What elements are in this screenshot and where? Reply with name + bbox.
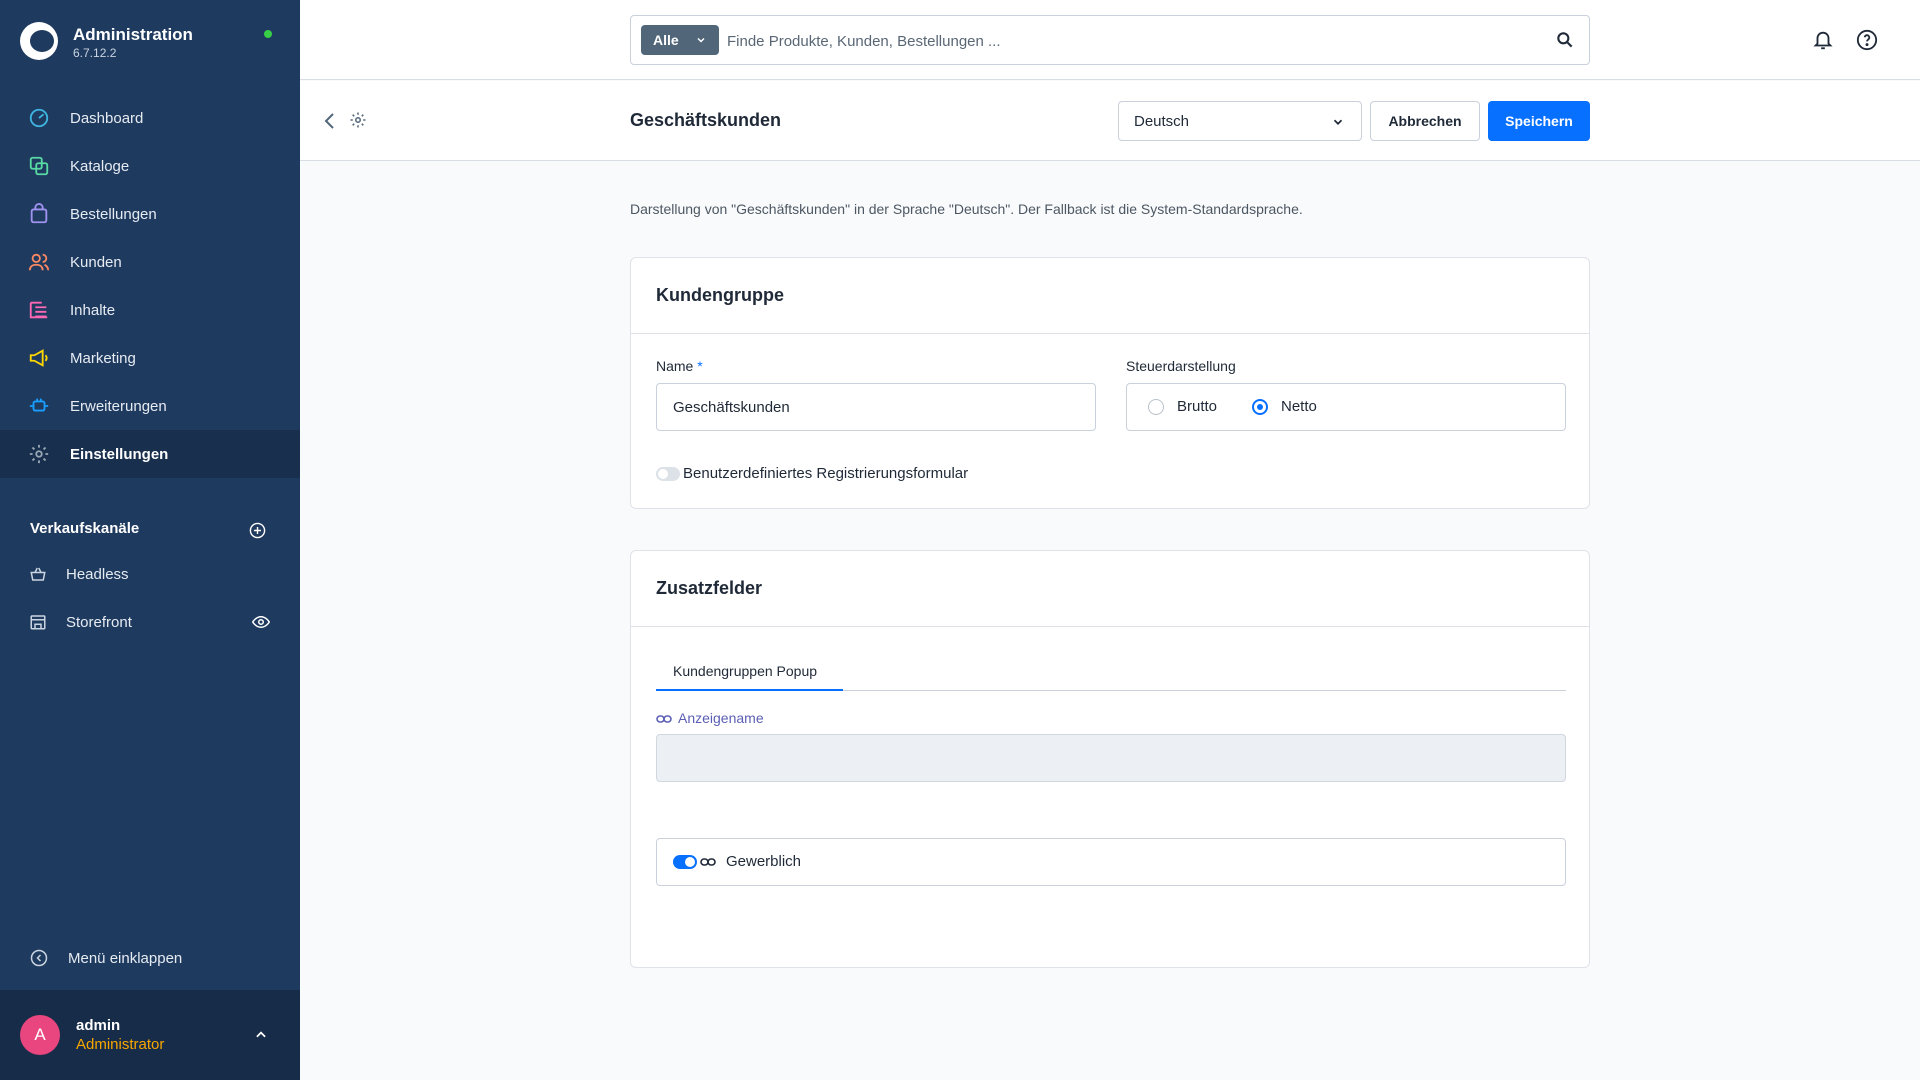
- smart-bar: Geschäftskunden Deutsch Abbrechen Speich…: [300, 81, 1920, 161]
- user-name: admin: [76, 1017, 121, 1034]
- bell-icon[interactable]: [1812, 29, 1834, 51]
- storefront-icon: [30, 615, 46, 630]
- cancel-button[interactable]: Abbrechen: [1370, 101, 1480, 141]
- sidebar-item-settings[interactable]: Einstellungen: [0, 430, 300, 478]
- chevron-left-circle-icon: [30, 949, 48, 967]
- sidebar-item-label: Kunden: [70, 253, 122, 271]
- sales-channel-headless[interactable]: Headless: [0, 554, 300, 594]
- sales-channels-heading: Verkaufskanäle: [30, 520, 140, 537]
- sidebar-item-dashboard[interactable]: Dashboard: [0, 94, 300, 142]
- global-search: Alle: [630, 15, 1590, 65]
- app-version: 6.7.12.2: [73, 46, 117, 60]
- add-sales-channel-icon[interactable]: [249, 522, 266, 539]
- help-icon[interactable]: [1856, 29, 1878, 51]
- online-status-indicator: [264, 30, 272, 38]
- search-type-label: Alle: [653, 32, 679, 48]
- tax-radio-net-label: Netto: [1281, 398, 1317, 415]
- sidebar-item-label: Inhalte: [70, 301, 116, 319]
- sidebar-item-customers[interactable]: Kunden: [0, 238, 300, 286]
- customer-group-card: Kundengruppe Name * Geschäftskunden Steu…: [630, 257, 1590, 509]
- content-icon: [29, 301, 48, 319]
- tax-display-label: Steuerdarstellung: [1126, 358, 1236, 374]
- collapse-menu-button[interactable]: Menü einklappen: [0, 938, 300, 978]
- sidebar-item-label: Marketing: [70, 349, 136, 367]
- registration-form-toggle[interactable]: [656, 467, 680, 481]
- gear-icon[interactable]: [349, 111, 367, 129]
- customer-group-heading: Kundengruppe: [631, 258, 1589, 334]
- name-input[interactable]: Geschäftskunden: [656, 383, 1096, 431]
- custom-fields-heading: Zusatzfelder: [631, 551, 1589, 627]
- display-name-input[interactable]: [656, 734, 1566, 782]
- avatar: A: [20, 1015, 60, 1055]
- top-bar: Alle: [300, 0, 1920, 80]
- search-icon[interactable]: [1555, 30, 1575, 50]
- eye-icon[interactable]: [252, 615, 270, 629]
- tab-customer-group-popup[interactable]: Kundengruppen Popup: [673, 663, 817, 679]
- user-role: Administrator: [76, 1036, 165, 1053]
- sidebar-item-label: Bestellungen: [70, 205, 157, 223]
- gear-icon: [29, 444, 49, 464]
- sidebar-item-label: Dashboard: [70, 109, 144, 127]
- chevron-down-icon: [697, 37, 705, 43]
- chevron-left-icon[interactable]: [322, 111, 338, 131]
- user-menu[interactable]: A admin Administrator: [0, 990, 300, 1080]
- chevron-up-icon[interactable]: [254, 1028, 268, 1042]
- sidebar-header: Administration 6.7.12.2: [0, 0, 300, 90]
- megaphone-icon: [29, 349, 48, 367]
- sales-channel-label: Storefront: [66, 613, 132, 631]
- tax-radio-gross[interactable]: [1148, 399, 1164, 415]
- chevron-down-icon: [1333, 119, 1343, 125]
- basket-icon: [30, 567, 46, 581]
- custom-fields-card: Zusatzfelder Kundengruppen Popup Anzeige…: [630, 550, 1590, 968]
- sidebar-item-label: Erweiterungen: [70, 397, 167, 415]
- language-select[interactable]: Deutsch: [1118, 101, 1362, 141]
- catalog-icon: [29, 156, 49, 176]
- tax-radio-gross-label: Brutto: [1177, 398, 1218, 415]
- plug-icon: [29, 398, 49, 412]
- page-title: Geschäftskunden: [630, 110, 782, 130]
- required-marker: *: [697, 358, 703, 374]
- sidebar-item-extensions[interactable]: Erweiterungen: [0, 382, 300, 430]
- commercial-toggle[interactable]: [673, 855, 697, 869]
- language-info-text: Darstellung von "Geschäftskunden" in der…: [630, 201, 1303, 217]
- inheritance-broken-link-icon[interactable]: [700, 857, 716, 867]
- dashboard-icon: [29, 108, 49, 128]
- language-select-value: Deutsch: [1134, 112, 1190, 130]
- sidebar-item-label: Einstellungen: [70, 445, 169, 463]
- sidebar-item-label: Kataloge: [70, 157, 130, 175]
- search-type-dropdown[interactable]: Alle: [641, 25, 719, 55]
- sales-channel-label: Headless: [66, 565, 129, 583]
- sidebar-item-marketing[interactable]: Marketing: [0, 334, 300, 382]
- tab-active-indicator: [656, 689, 843, 691]
- users-icon: [28, 253, 50, 271]
- sidebar-item-content[interactable]: Inhalte: [0, 286, 300, 334]
- sidebar-item-catalogs[interactable]: Kataloge: [0, 142, 300, 190]
- collapse-menu-label: Menü einklappen: [68, 949, 183, 967]
- tax-radio-net[interactable]: [1252, 399, 1268, 415]
- registration-form-toggle-label: Benutzerdefiniertes Registrierungsformul…: [683, 465, 969, 482]
- main-navigation: Dashboard Kataloge Bestellungen Kunden I…: [0, 94, 300, 478]
- sales-channel-storefront[interactable]: Storefront: [0, 602, 300, 642]
- name-field-label: Name *: [656, 358, 703, 374]
- sidebar-item-orders[interactable]: Bestellungen: [0, 190, 300, 238]
- search-input[interactable]: [727, 26, 1527, 56]
- commercial-toggle-label: Gewerblich: [726, 853, 802, 870]
- name-input-value: Geschäftskunden: [673, 398, 790, 416]
- sidebar: Administration 6.7.12.2 Dashboard Katalo…: [0, 0, 300, 1080]
- shopware-logo-icon[interactable]: [20, 22, 58, 60]
- app-title: Administration: [73, 25, 193, 44]
- display-name-label: Anzeigename: [678, 710, 764, 726]
- name-label-text: Name: [656, 358, 694, 374]
- inheritance-link-icon[interactable]: [656, 714, 672, 724]
- shopping-bag-icon: [30, 203, 48, 224]
- save-button[interactable]: Speichern: [1488, 101, 1590, 141]
